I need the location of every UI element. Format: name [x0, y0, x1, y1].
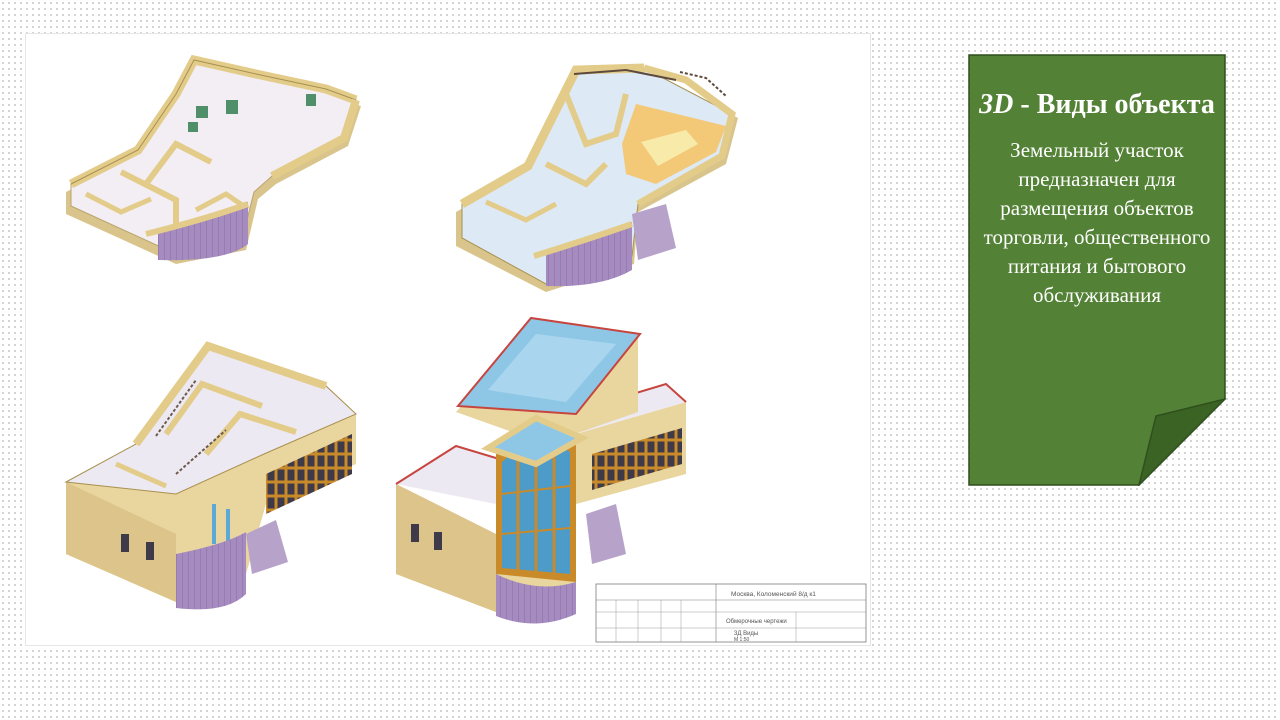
card-title-rest: - Виды объекта — [1013, 89, 1215, 120]
title-block-sheet-name: Обмерочные чертежи — [726, 619, 787, 625]
card-text: 3D - Виды объекта Земельный участок пред… — [976, 88, 1218, 310]
drawing-title-block: Москва, Коломенский 8/д к1 Обмерочные че… — [595, 583, 867, 643]
view-first-floor — [456, 63, 738, 292]
isometric-views: Москва, Коломенский 8/д к1 Обмерочные че… — [64, 54, 867, 643]
title-block-address: Москва, Коломенский 8/д к1 — [731, 590, 816, 598]
view-ground-floor — [66, 54, 361, 264]
building-3d-drawing: Москва, Коломенский 8/д к1 Обмерочные че… — [26, 34, 870, 645]
card-body: Земельный участок предназначен для разме… — [983, 138, 1211, 307]
card-title: 3D - Виды объекта — [976, 88, 1218, 122]
view-upper-floor — [64, 341, 357, 610]
view-full-building — [395, 316, 687, 624]
title-block-scale: М 1:50 — [734, 637, 750, 643]
info-card: 3D - Виды объекта Земельный участок пред… — [968, 54, 1226, 486]
card-title-prefix: 3D — [979, 89, 1014, 120]
